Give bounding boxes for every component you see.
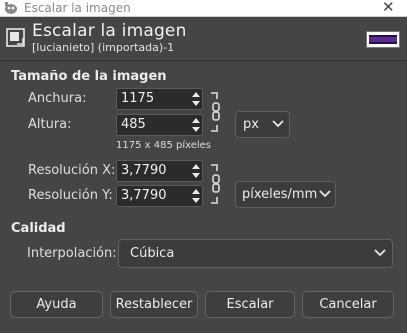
height-value: 485	[121, 117, 146, 132]
chain-link-icon[interactable]	[209, 91, 221, 133]
xres-value: 3,7790	[121, 163, 167, 178]
image-thumbnail	[366, 31, 400, 48]
yres-label: Resolución Y:	[28, 188, 113, 203]
cancel-button[interactable]: Cancelar	[302, 291, 394, 318]
decrease-arrow-icon[interactable]	[192, 127, 200, 132]
width-stepper[interactable]	[190, 90, 201, 108]
yres-value: 3,7790	[121, 188, 167, 203]
increase-arrow-icon[interactable]	[192, 92, 200, 97]
chevron-down-icon	[374, 249, 386, 257]
xres-stepper[interactable]	[190, 162, 201, 180]
window-titlebar: Escalar la imagen ✕	[0, 0, 407, 17]
xres-spin-field[interactable]: 3,7790	[116, 160, 203, 182]
resolution-unit-value: píxeles/mm	[242, 187, 318, 202]
interpolation-select[interactable]: Cúbica	[118, 239, 393, 268]
increase-arrow-icon[interactable]	[192, 189, 200, 194]
increase-arrow-icon[interactable]	[192, 118, 200, 123]
chevron-down-icon	[272, 120, 284, 128]
quality-section-title: Calidad	[11, 221, 66, 236]
header-divider	[0, 60, 407, 61]
yres-spin-field[interactable]: 3,7790	[116, 185, 203, 207]
decrease-arrow-icon[interactable]	[192, 198, 200, 203]
thumbnail-preview	[369, 35, 397, 44]
resolution-chain-link-icon[interactable]	[209, 163, 221, 205]
gimp-app-icon	[5, 2, 17, 14]
size-section-title: Tamaño de la imagen	[11, 69, 167, 84]
resolution-unit-select[interactable]: píxeles/mm	[235, 181, 336, 208]
window-title: Escalar la imagen	[24, 1, 131, 15]
interpolation-label: Interpolación:	[27, 246, 117, 261]
width-value: 1175	[121, 91, 155, 106]
decrease-arrow-icon[interactable]	[192, 173, 200, 178]
scale-button[interactable]: Escalar	[205, 291, 295, 318]
size-unit-value: px	[243, 117, 259, 132]
chevron-down-icon	[319, 190, 331, 198]
height-label: Altura:	[28, 117, 72, 132]
help-button[interactable]: Ayuda	[10, 291, 103, 318]
scale-icon	[6, 28, 25, 47]
height-stepper[interactable]	[190, 116, 201, 134]
height-spin-field[interactable]: 485	[116, 114, 203, 136]
size-unit-select[interactable]: px	[235, 111, 290, 138]
decrease-arrow-icon[interactable]	[192, 101, 200, 106]
yres-stepper[interactable]	[190, 187, 201, 205]
width-spin-field[interactable]: 1175	[116, 88, 203, 110]
interpolation-value: Cúbica	[130, 246, 175, 261]
image-name: [lucianieto] (importada)-1	[32, 41, 175, 54]
width-label: Anchura:	[28, 91, 87, 106]
reset-button[interactable]: Restablecer	[110, 291, 198, 318]
xres-label: Resolución X:	[28, 163, 116, 178]
dialog-title: Escalar la imagen	[32, 21, 187, 41]
pixel-size-summary: 1175 x 485 píxeles	[116, 140, 212, 151]
close-icon[interactable]: ✕	[382, 0, 395, 16]
increase-arrow-icon[interactable]	[192, 164, 200, 169]
